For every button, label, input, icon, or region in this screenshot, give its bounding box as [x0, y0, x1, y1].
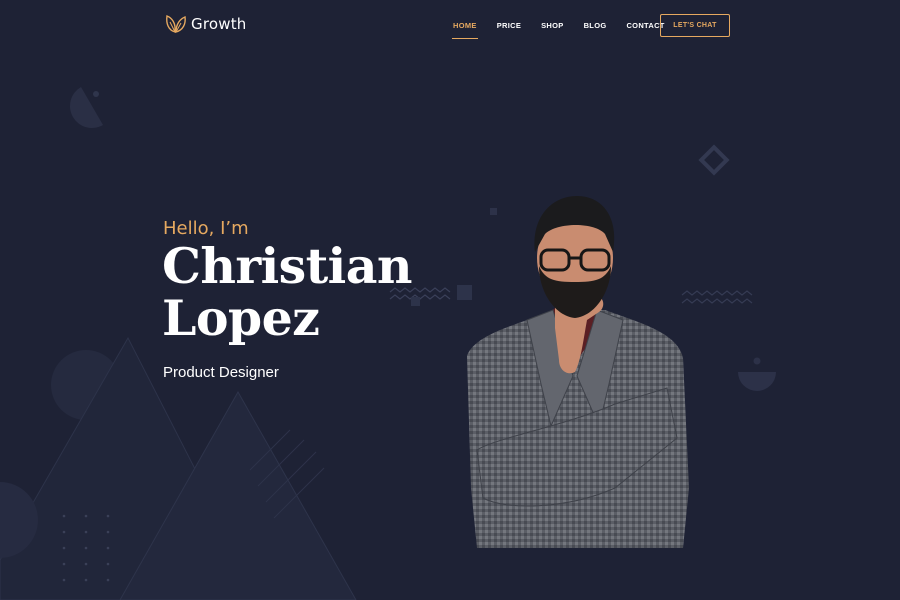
half-circle-decor — [738, 372, 776, 391]
nav-item-home[interactable]: HOME — [452, 21, 478, 39]
site-header: Growth HOME PRICE SHOP BLOG CONTACT LET'… — [0, 0, 900, 52]
hero-greeting: Hello, I’m — [163, 218, 249, 239]
main-nav: HOME PRICE SHOP BLOG CONTACT — [448, 21, 665, 39]
half-circle-decor — [70, 86, 103, 128]
dot-grid-decor — [62, 514, 110, 582]
nav-item-contact[interactable]: CONTACT — [626, 21, 664, 30]
nav-item-blog[interactable]: BLOG — [584, 21, 607, 30]
diamond-decor — [698, 144, 730, 176]
dot-decor — [753, 357, 761, 365]
hero-role: Product Designer — [163, 364, 279, 381]
mountain-decor — [119, 390, 357, 600]
hero-last-name: Lopez — [162, 289, 320, 347]
circle-decor — [0, 482, 38, 558]
leaves-logo-icon — [166, 15, 186, 33]
hero-first-name: Christian — [162, 237, 412, 295]
lets-chat-button[interactable]: LET'S CHAT — [660, 14, 730, 37]
hatch-decor — [249, 429, 325, 519]
brand-name: Growth — [191, 15, 247, 33]
dot-decor — [93, 91, 99, 97]
logo[interactable]: Growth — [165, 14, 247, 34]
circle-decor — [51, 350, 121, 420]
nav-item-shop[interactable]: SHOP — [541, 21, 563, 30]
hero-name: Christian Lopez — [162, 240, 462, 344]
nav-item-price[interactable]: PRICE — [497, 21, 521, 30]
portrait-photo — [467, 196, 689, 548]
